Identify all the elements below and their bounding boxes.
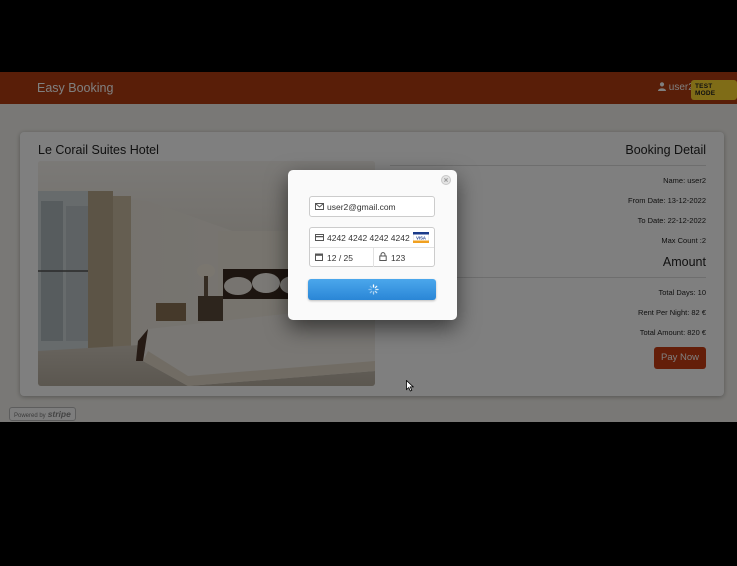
close-button[interactable] bbox=[441, 175, 451, 185]
cvc-field[interactable]: 123 bbox=[374, 248, 436, 267]
booking-page: Easy Booking user2 TEST MODE Le Corail S… bbox=[0, 72, 737, 422]
loading-spinner-icon bbox=[368, 284, 379, 295]
card-number-value: 4242 4242 4242 4242 bbox=[327, 233, 410, 243]
mouse-cursor-icon bbox=[406, 380, 414, 392]
pay-submit-button[interactable] bbox=[308, 279, 436, 300]
envelope-icon bbox=[315, 203, 324, 210]
lock-icon bbox=[379, 252, 387, 261]
stripe-checkout-modal: user2@gmail.com 4242 4242 4242 4242 VISA… bbox=[288, 170, 457, 392]
credit-card-icon bbox=[315, 234, 324, 241]
visa-card-icon: VISA bbox=[413, 232, 429, 243]
email-field[interactable]: user2@gmail.com bbox=[309, 196, 435, 217]
email-value: user2@gmail.com bbox=[327, 202, 396, 212]
calendar-icon bbox=[315, 253, 323, 261]
cvc-value: 123 bbox=[391, 253, 406, 263]
close-icon bbox=[444, 178, 448, 182]
card-number-field[interactable]: 4242 4242 4242 4242 VISA bbox=[310, 228, 434, 247]
visa-label: VISA bbox=[416, 235, 426, 240]
expiry-field[interactable]: 12 / 25 bbox=[310, 248, 373, 267]
card-details-group: 4242 4242 4242 4242 VISA 12 / 25 123 bbox=[309, 227, 435, 267]
expiry-value: 12 / 25 bbox=[327, 253, 353, 263]
